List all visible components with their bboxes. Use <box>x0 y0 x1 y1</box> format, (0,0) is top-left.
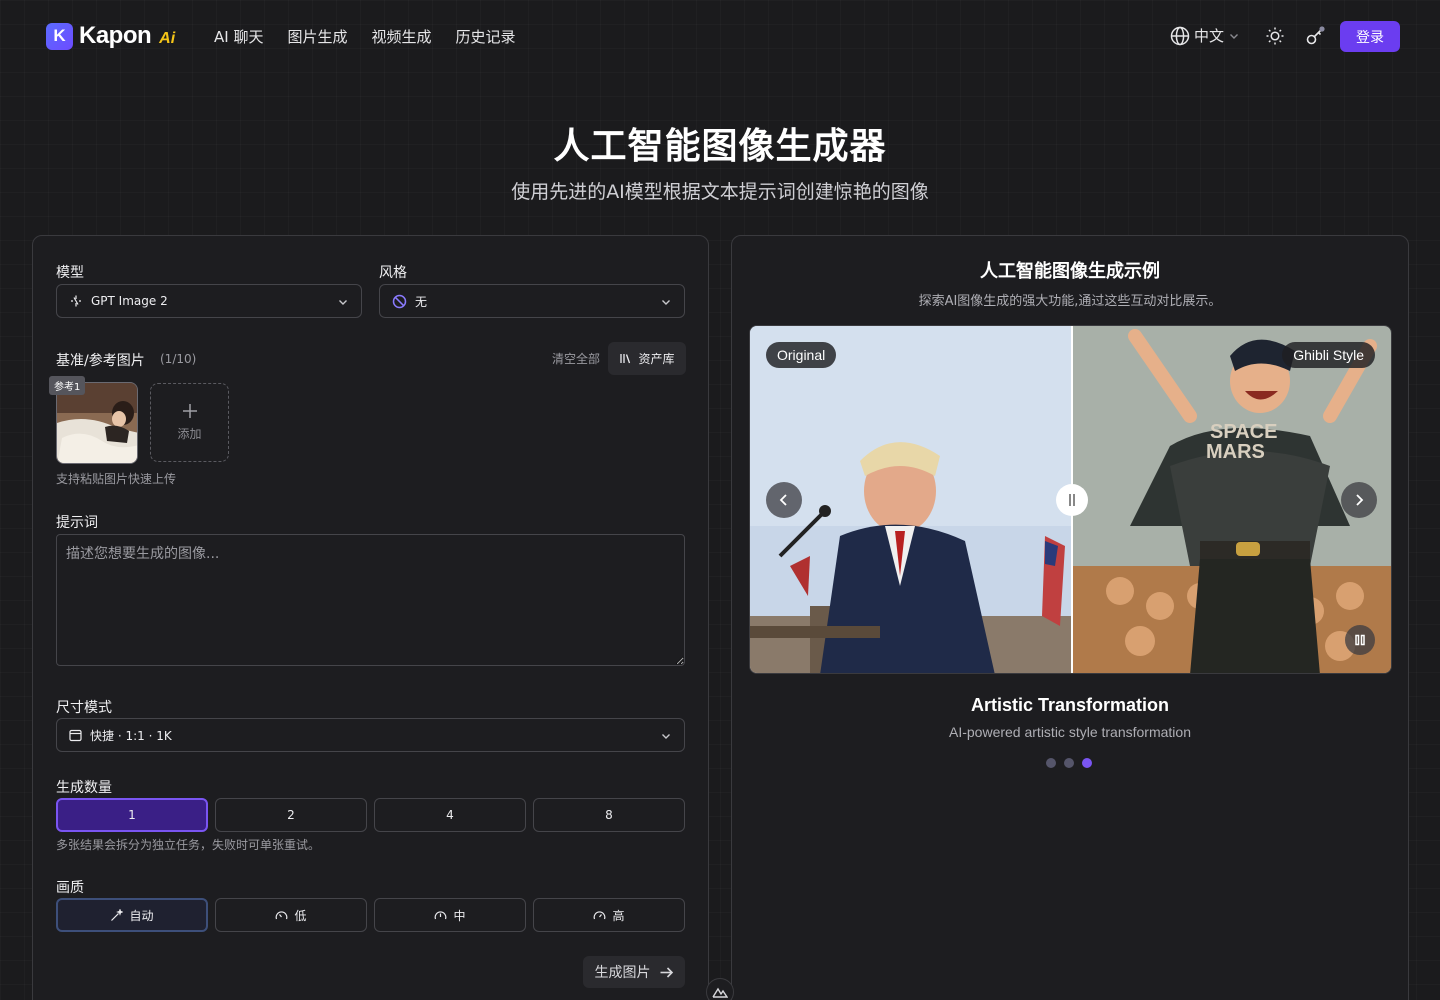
globe-icon <box>1170 26 1190 45</box>
count-option-8[interactable]: 8 <box>533 798 685 832</box>
count-hint: 多张结果会拆分为独立任务，失败时可单张重试。 <box>56 838 321 852</box>
page-subtitle: 使用先进的AI模型根据文本提示词创建惊艳的图像 <box>511 181 929 203</box>
paste-hint: 支持粘贴图片快速上传 <box>56 472 177 486</box>
nav-video-gen[interactable]: 视频生成 <box>371 26 431 47</box>
showcase-title: 人工智能图像生成示例 <box>980 261 1160 282</box>
asset-library-button[interactable]: 资产库 <box>608 342 686 375</box>
showcase-panel: 人工智能图像生成示例 探索AI图像生成的强大功能,通过这些互动对比展示。 SPA… <box>731 235 1409 1000</box>
slide-dot-1[interactable] <box>1046 758 1056 768</box>
gauge-icon <box>594 910 606 919</box>
pause-icon <box>1355 634 1365 646</box>
before-after-slider[interactable]: SPACE MARS Original Ghibli Style <box>749 325 1392 674</box>
sparkle-icon <box>71 295 81 307</box>
quality-auto-label: 自动 <box>129 908 154 923</box>
chevron-left-icon <box>779 494 787 506</box>
language-label: 中文 <box>1194 27 1225 45</box>
logo-mark-icon: K <box>46 22 73 50</box>
size-value: 快捷 · 1:1 · 1K <box>90 728 172 743</box>
chevron-down-icon <box>662 300 670 305</box>
original-label: Original <box>766 342 837 368</box>
slider-handle[interactable] <box>1056 484 1088 516</box>
arrow-right-icon <box>660 966 673 978</box>
clear-all-link[interactable]: 清空全部 <box>552 350 600 367</box>
count-option-1[interactable]: 1 <box>56 798 208 832</box>
chevron-right-icon <box>1356 494 1364 506</box>
count-option-4[interactable]: 4 <box>374 798 526 832</box>
gauge-icon <box>435 910 447 919</box>
quality-low-label: 低 <box>294 908 307 923</box>
generate-label: 生成图片 <box>594 965 651 981</box>
page-title: 人工智能图像生成器 <box>553 126 887 167</box>
model-select[interactable]: GPT Image 2 <box>56 284 362 318</box>
floating-toggle-button[interactable] <box>706 978 734 1000</box>
add-reference-button[interactable]: 添加 <box>150 383 229 462</box>
quality-option-high[interactable]: 高 <box>533 898 685 932</box>
shirt-text-space: SPACE <box>1210 421 1277 443</box>
nav-history[interactable]: 历史记录 <box>456 26 516 47</box>
language-selector[interactable]: 中文 <box>1170 25 1240 46</box>
style-result-label: Ghibli Style <box>1282 342 1375 368</box>
key-icon[interactable] <box>1305 26 1325 46</box>
chevron-down-icon <box>1230 33 1239 39</box>
asset-library-label: 资产库 <box>638 352 675 366</box>
slide-description: AI-powered artistic style transformation <box>949 724 1191 740</box>
add-label: 添加 <box>177 427 202 441</box>
mountain-icon <box>712 987 728 998</box>
style-label: 风格 <box>379 265 407 281</box>
shirt-text-mars: MARS <box>1206 441 1265 463</box>
nav-image-gen[interactable]: 图片生成 <box>287 26 347 47</box>
style-value: 无 <box>415 294 428 309</box>
quality-high-label: 高 <box>612 908 625 923</box>
model-label: 模型 <box>56 265 84 281</box>
generator-form-panel: 模型 GPT Image 2 风格 无 基准/参考图片 (1/10) 清空全部 … <box>32 235 709 1000</box>
quality-medium-label: 中 <box>453 908 466 923</box>
chevron-down-icon <box>339 300 347 305</box>
slide-title: Artistic Transformation <box>970 695 1170 715</box>
gauge-icon <box>276 910 288 919</box>
showcase-subtitle: 探索AI图像生成的强大功能,通过这些互动对比展示。 <box>918 294 1222 309</box>
next-slide-button[interactable] <box>1341 482 1377 518</box>
reference-label: 基准/参考图片 <box>56 353 145 369</box>
library-icon <box>620 354 631 364</box>
chevron-down-icon <box>662 734 670 739</box>
logo-text: Kapon <box>79 22 152 49</box>
prompt-label: 提示词 <box>56 515 98 531</box>
reference-count: (1/10) <box>160 352 197 366</box>
generate-button[interactable]: 生成图片 <box>583 956 685 988</box>
nav-ai-chat[interactable]: AI 聊天 <box>214 26 263 47</box>
frame-icon <box>69 729 82 741</box>
quality-option-low[interactable]: 低 <box>215 898 367 932</box>
prev-slide-button[interactable] <box>766 482 802 518</box>
plus-icon <box>182 404 197 418</box>
reference-image <box>57 383 137 463</box>
pause-button[interactable] <box>1345 625 1375 655</box>
main-nav: AI 聊天 图片生成 视频生成 历史记录 <box>214 26 516 47</box>
count-option-2[interactable]: 2 <box>215 798 367 832</box>
slide-dot-2[interactable] <box>1064 758 1074 768</box>
prompt-input[interactable] <box>56 534 685 666</box>
ban-icon <box>392 294 407 308</box>
drag-handle-icon <box>1069 494 1075 506</box>
sun-icon[interactable] <box>1265 26 1285 46</box>
reference-tag: 参考1 <box>49 376 86 395</box>
slide-dot-3[interactable] <box>1082 758 1092 768</box>
quality-option-auto[interactable]: 自动 <box>56 898 208 932</box>
quality-option-medium[interactable]: 中 <box>374 898 526 932</box>
slide-indicators <box>1046 758 1092 768</box>
style-select[interactable]: 无 <box>379 284 685 318</box>
top-header: K Kapon Ai AI 聊天 图片生成 视频生成 历史记录 中文 登录 <box>0 0 1440 72</box>
magic-wand-icon <box>111 908 124 921</box>
model-value: GPT Image 2 <box>91 294 168 308</box>
logo-ai-text: Ai <box>159 30 176 47</box>
logo[interactable]: K Kapon Ai <box>46 22 175 50</box>
size-select[interactable]: 快捷 · 1:1 · 1K <box>56 718 685 752</box>
quality-label: 画质 <box>56 880 84 896</box>
count-label: 生成数量 <box>56 780 112 796</box>
size-label: 尺寸模式 <box>56 700 112 716</box>
login-button[interactable]: 登录 <box>1340 21 1400 52</box>
